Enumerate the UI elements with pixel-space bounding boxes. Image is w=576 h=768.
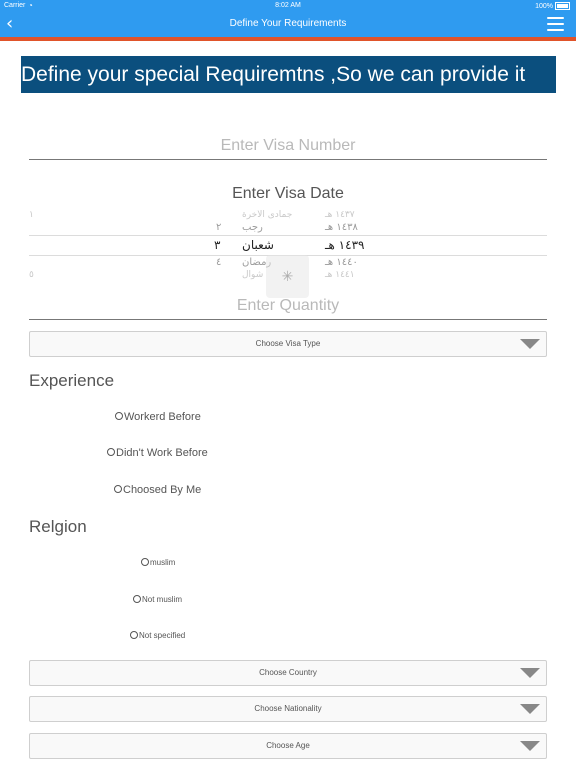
chevron-down-icon (520, 704, 540, 714)
picker-selection-top-line (29, 235, 547, 236)
battery-percent: 100% (535, 2, 553, 10)
radio-circle-icon (115, 412, 123, 421)
radio-not-muslim[interactable]: Not muslim (133, 594, 183, 604)
picker-year: ١٤٤١ هـ (325, 270, 355, 280)
chevron-down-icon (520, 668, 540, 678)
requirements-banner: Define your special Requiremtns ,So we c… (21, 56, 556, 93)
picker-month: جمادى الآخرة (242, 210, 293, 220)
picker-year: ١٤٣٩ هـ (325, 238, 365, 252)
picker-month: شعبان (242, 238, 274, 252)
visa-date-label: Enter Visa Date (232, 185, 344, 202)
radio-circle-icon (130, 630, 138, 639)
quantity-input[interactable]: Enter Quantity (29, 297, 547, 320)
country-select[interactable]: Choose Country (29, 660, 547, 686)
page-title: Define Your Requirements (229, 18, 347, 29)
picker-day: ١ (29, 210, 34, 220)
picker-day: ٣ (214, 238, 221, 252)
visa-type-select[interactable]: Choose Visa Type (29, 331, 547, 357)
status-time: 8:02 AM (275, 2, 301, 9)
radio-not-specified[interactable]: Not specified (130, 630, 186, 640)
radio-label: Choosed By Me (123, 484, 202, 496)
radio-muslim[interactable]: muslim (141, 557, 176, 567)
picker-year: ١٤٤٠ هـ (325, 257, 358, 268)
radio-worked-before[interactable]: Workerd Before (115, 411, 201, 423)
radio-choosed-by-me[interactable]: Choosed By Me (114, 484, 201, 496)
visa-type-label: Choose Visa Type (255, 339, 321, 348)
loading-spinner-icon: ✳ (266, 255, 309, 298)
visa-number-input[interactable]: Enter Visa Number (29, 137, 547, 160)
picker-year: ١٤٣٨ هـ (325, 222, 358, 233)
status-bar: Carrier ◔ 8:02 AM 100% (0, 0, 576, 12)
radio-label: Not muslim (142, 595, 183, 604)
radio-didnt-work-before[interactable]: Didn't Work Before (107, 447, 208, 459)
age-label: Choose Age (266, 741, 310, 750)
radio-circle-icon (114, 485, 122, 494)
battery-indicator: 100% (535, 2, 570, 10)
hamburger-menu-icon[interactable] (547, 17, 564, 31)
radio-label: Workerd Before (124, 411, 201, 423)
nationality-label: Choose Nationality (254, 704, 322, 713)
nationality-select[interactable]: Choose Nationality (29, 696, 547, 722)
picker-row-selected[interactable]: ٣ شعبان ١٤٣٩ هـ (29, 238, 547, 254)
radio-circle-icon (107, 448, 115, 457)
battery-icon (555, 2, 570, 10)
chevron-down-icon (520, 741, 540, 751)
picker-day: ٤ (216, 257, 222, 268)
age-select[interactable]: Choose Age (29, 733, 547, 759)
radio-label: Not specified (139, 631, 186, 640)
accent-divider (0, 37, 576, 41)
picker-day: ٢ (216, 222, 222, 233)
religion-heading: Relgion (29, 517, 87, 536)
experience-heading: Experience (29, 371, 115, 390)
radio-label: muslim (150, 558, 176, 567)
radio-circle-icon (141, 557, 149, 566)
chevron-down-icon (520, 339, 540, 349)
radio-circle-icon (133, 594, 141, 603)
picker-day: ٥ (29, 270, 34, 280)
navigation-bar: ‹ Define Your Requirements (0, 12, 576, 37)
picker-year: ١٤٣٧ هـ (325, 210, 355, 220)
country-label: Choose Country (259, 668, 317, 677)
picker-month: شوال (242, 270, 264, 280)
radio-label: Didn't Work Before (116, 447, 208, 459)
picker-month: رجب (242, 222, 263, 233)
